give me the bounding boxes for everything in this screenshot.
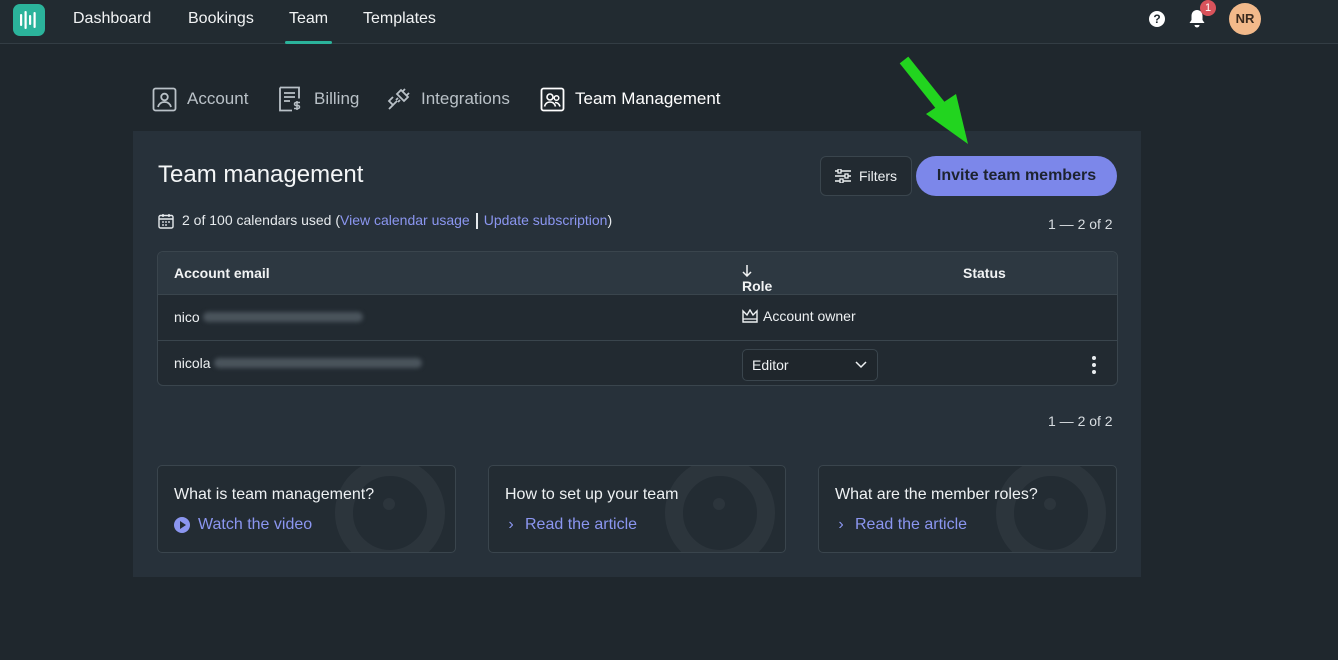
pagination-bottom: 1 — 2 of 2 <box>1048 413 1113 429</box>
help-card-title: How to set up your team <box>505 486 679 503</box>
role-select-value: Editor <box>752 357 789 373</box>
subtab-team-management[interactable]: Team Management <box>540 86 721 112</box>
role-select[interactable]: Editor <box>742 349 878 381</box>
chevron-right-icon: › <box>508 516 514 533</box>
top-navigation: Dashboard Bookings Team Templates ? 1 NR <box>0 0 1338 44</box>
team-members-table: Account email Role Status nico Account o… <box>157 251 1118 386</box>
column-account-email[interactable]: Account email <box>174 265 270 281</box>
help-card-member-roles: What are the member roles? › Read the ar… <box>818 465 1117 553</box>
team-management-panel: Team management Filters Invite team memb… <box>133 131 1141 577</box>
help-card-setup-team: How to set up your team › Read the artic… <box>488 465 786 553</box>
subtab-account-label: Account <box>187 89 249 108</box>
logo-bars-icon <box>20 11 36 29</box>
question-mark-watermark-icon <box>335 466 445 552</box>
column-status: Status <box>963 265 1006 281</box>
read-article-link[interactable]: › Read the article <box>835 516 967 534</box>
watch-video-link[interactable]: Watch the video <box>174 516 312 534</box>
filters-button[interactable]: Filters <box>820 156 912 196</box>
calendar-usage: 2 of 100 calendars used (View calendar u… <box>158 212 613 230</box>
role-account-owner: Account owner <box>742 308 856 324</box>
billing-icon <box>279 86 301 112</box>
subtab-team-management-label: Team Management <box>575 89 721 108</box>
play-icon <box>174 517 190 533</box>
divider <box>475 213 478 230</box>
sliders-icon <box>834 169 851 183</box>
redacted-email <box>202 312 363 322</box>
usage-close: ) <box>607 212 613 228</box>
cta-label: Read the article <box>525 516 638 533</box>
account-email: nicola <box>174 355 422 371</box>
account-email: nico <box>174 309 363 325</box>
sort-down-icon <box>742 265 752 277</box>
pagination-top: 1 — 2 of 2 <box>1048 216 1113 232</box>
nav-templates[interactable]: Templates <box>363 10 436 44</box>
cta-label: Watch the video <box>198 516 313 533</box>
chevron-down-icon <box>855 361 867 369</box>
annotation-arrow-icon <box>899 56 968 144</box>
help-card-title: What is team management? <box>174 486 375 503</box>
nav-bookings[interactable]: Bookings <box>188 10 254 44</box>
nav-team[interactable]: Team <box>284 10 333 44</box>
email-visible-part: nico <box>174 309 200 325</box>
help-icon[interactable]: ? <box>1149 11 1165 27</box>
table-row: nico Account owner <box>158 294 1117 340</box>
filters-label: Filters <box>858 168 898 184</box>
account-icon <box>152 87 177 111</box>
help-card-title: What are the member roles? <box>835 486 1038 503</box>
page-title: Team management <box>158 161 364 188</box>
subtab-account[interactable]: Account <box>152 86 248 112</box>
column-role-label: Role <box>742 278 773 294</box>
app-logo[interactable] <box>13 4 45 36</box>
subtab-integrations-label: Integrations <box>421 89 510 108</box>
read-article-link[interactable]: › Read the article <box>505 516 637 534</box>
update-subscription-link[interactable]: Update subscription <box>484 212 608 228</box>
calendar-icon <box>158 213 174 229</box>
table-header: Account email Role Status <box>158 252 1117 294</box>
row-actions-menu-icon[interactable] <box>1086 356 1102 374</box>
nav-dashboard[interactable]: Dashboard <box>73 10 151 44</box>
view-calendar-usage-link[interactable]: View calendar usage <box>340 212 470 228</box>
user-avatar[interactable]: NR <box>1229 3 1261 35</box>
subtab-integrations[interactable]: Integrations <box>387 86 510 112</box>
role-label: Account owner <box>763 308 856 324</box>
crown-icon <box>742 309 758 323</box>
question-mark-watermark-icon <box>665 466 775 552</box>
subtab-billing[interactable]: Billing <box>278 86 359 112</box>
redacted-email <box>213 358 422 368</box>
chevron-right-icon: › <box>838 516 844 533</box>
usage-text: 2 of 100 calendars used ( <box>182 212 340 228</box>
email-visible-part: nicola <box>174 355 211 371</box>
help-card-team-management: What is team management? Watch the video <box>157 465 456 553</box>
table-row: nicola Editor <box>158 340 1117 385</box>
column-role[interactable]: Role <box>742 265 772 294</box>
invite-team-members-button[interactable]: Invite team members <box>916 156 1117 196</box>
plug-icon <box>387 88 410 110</box>
cta-label: Read the article <box>855 516 968 533</box>
notification-badge: 1 <box>1200 0 1216 16</box>
question-mark-watermark-icon <box>996 466 1106 552</box>
subtab-billing-label: Billing <box>314 89 360 108</box>
team-icon <box>540 87 565 111</box>
